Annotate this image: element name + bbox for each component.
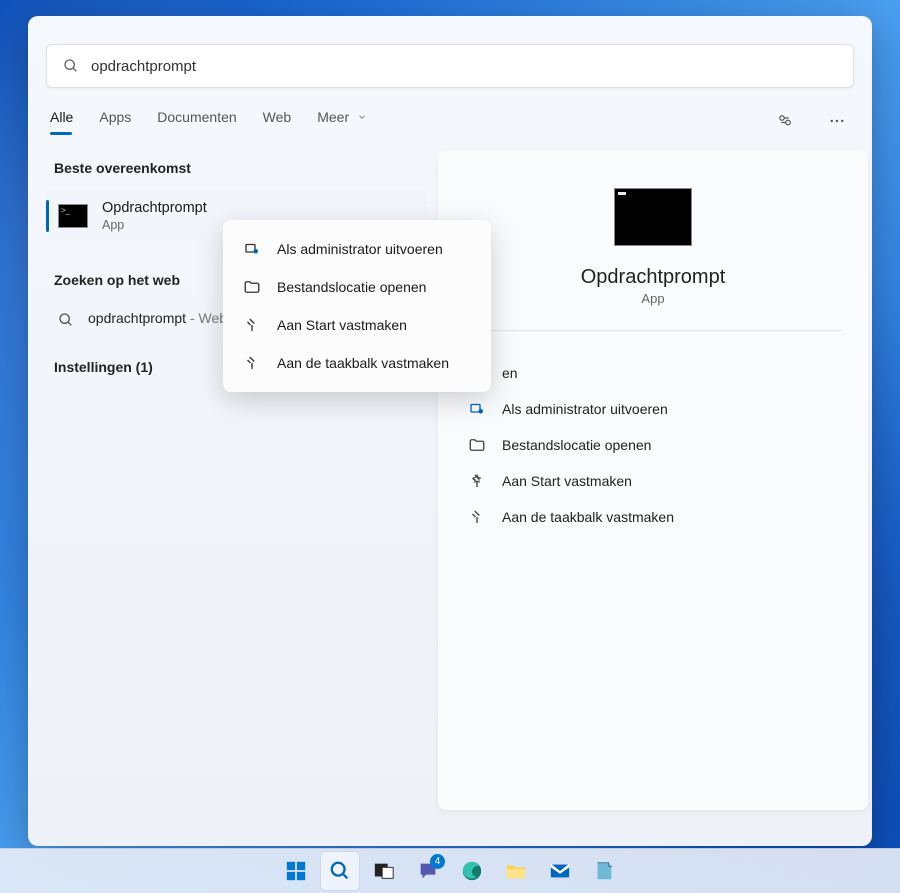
result-subtitle: App — [102, 218, 207, 232]
search-bar[interactable] — [46, 44, 854, 88]
app-name: Opdrachtprompt — [438, 266, 868, 289]
notepad-button[interactable] — [585, 852, 623, 890]
app-large-icon — [614, 188, 692, 246]
search-button[interactable] — [321, 852, 359, 890]
web-result-term: opdrachtprompt — [88, 310, 186, 326]
ctx-run-admin-label: Als administrator uitvoeren — [277, 241, 443, 257]
tab-more[interactable]: Meer — [317, 109, 367, 133]
tab-web[interactable]: Web — [263, 109, 292, 133]
action-open-label-truncated: en — [502, 365, 518, 381]
action-open-location[interactable]: Bestandslocatie openen — [458, 427, 848, 463]
start-button[interactable] — [277, 852, 315, 890]
action-pin-start[interactable]: Aan Start vastmaken — [458, 463, 848, 499]
chat-button[interactable]: 4 — [409, 852, 447, 890]
pin-icon — [468, 472, 486, 490]
pin-icon — [243, 354, 261, 372]
ctx-open-location-label: Bestandslocatie openen — [277, 279, 426, 295]
filter-tabs: Alle Apps Documenten Web Meer — [50, 108, 850, 134]
task-view-button[interactable] — [365, 852, 403, 890]
search-icon — [63, 58, 91, 74]
ctx-pin-taskbar-label: Aan de taakbalk vastmaken — [277, 355, 449, 371]
best-match-heading: Beste overeenkomst — [54, 160, 426, 176]
shield-admin-icon — [468, 400, 486, 418]
action-pin-taskbar[interactable]: Aan de taakbalk vastmaken — [458, 499, 848, 535]
detail-panel: Opdrachtprompt App en Als administrator … — [438, 150, 868, 810]
pin-icon — [243, 316, 261, 334]
command-prompt-icon — [58, 204, 88, 228]
folder-icon — [468, 436, 486, 454]
tab-more-label: Meer — [317, 109, 349, 125]
more-options-button[interactable] — [824, 108, 850, 134]
action-open-location-label: Bestandslocatie openen — [502, 437, 651, 453]
shield-admin-icon — [243, 240, 261, 258]
chevron-down-icon — [357, 112, 367, 122]
context-menu: Als administrator uitvoeren Bestandsloca… — [223, 220, 491, 392]
ctx-run-admin[interactable]: Als administrator uitvoeren — [227, 230, 487, 268]
chat-badge: 4 — [430, 854, 445, 869]
action-run-admin[interactable]: Als administrator uitvoeren — [458, 391, 848, 427]
ctx-pin-start[interactable]: Aan Start vastmaken — [227, 306, 487, 344]
search-icon — [58, 308, 74, 328]
app-type: App — [438, 291, 868, 306]
search-input[interactable] — [91, 58, 837, 75]
tab-all[interactable]: Alle — [50, 109, 73, 133]
action-open[interactable]: en — [458, 355, 848, 391]
ctx-pin-taskbar[interactable]: Aan de taakbalk vastmaken — [227, 344, 487, 382]
mail-button[interactable] — [541, 852, 579, 890]
action-run-admin-label: Als administrator uitvoeren — [502, 401, 668, 417]
divider — [464, 330, 842, 331]
search-windows-apps-button[interactable] — [772, 108, 798, 134]
file-explorer-button[interactable] — [497, 852, 535, 890]
result-title: Opdrachtprompt — [102, 200, 207, 216]
edge-button[interactable] — [453, 852, 491, 890]
ctx-pin-start-label: Aan Start vastmaken — [277, 317, 407, 333]
taskbar: 4 — [0, 848, 900, 893]
ctx-open-location[interactable]: Bestandslocatie openen — [227, 268, 487, 306]
tab-documents[interactable]: Documenten — [157, 109, 236, 133]
tab-apps[interactable]: Apps — [99, 109, 131, 133]
search-window: Alle Apps Documenten Web Meer Beste over… — [28, 16, 872, 846]
action-pin-taskbar-label: Aan de taakbalk vastmaken — [502, 509, 674, 525]
folder-icon — [243, 278, 261, 296]
pin-icon — [468, 508, 486, 526]
action-pin-start-label: Aan Start vastmaken — [502, 473, 632, 489]
